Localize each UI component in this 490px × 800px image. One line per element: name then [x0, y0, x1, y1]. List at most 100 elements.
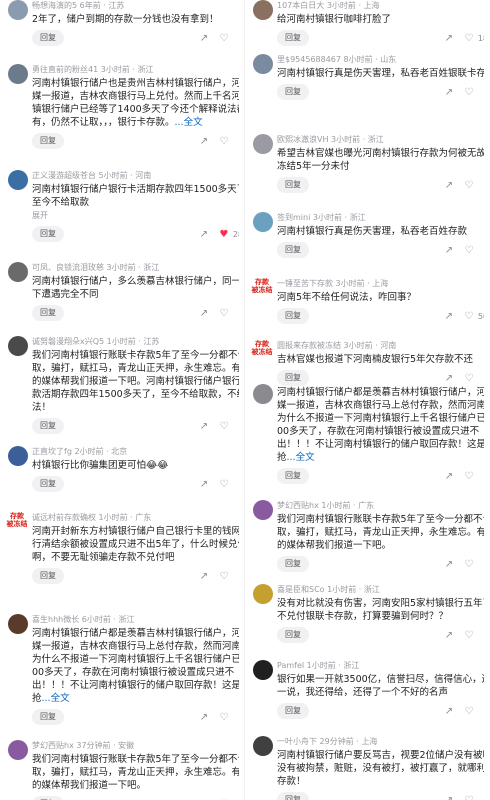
- like-icon[interactable]: ♡: [217, 477, 231, 491]
- share-icon[interactable]: ↗: [442, 557, 456, 571]
- like-icon[interactable]: ♡: [217, 710, 231, 724]
- share-icon[interactable]: ↗: [442, 704, 456, 718]
- like-icon[interactable]: ♥: [217, 227, 231, 241]
- like-icon[interactable]: ♡: [462, 557, 476, 571]
- username[interactable]: 一叶小舟下: [277, 737, 317, 746]
- username[interactable]: 107本白日大: [277, 1, 324, 10]
- username[interactable]: Pamfel: [277, 661, 304, 670]
- comment-actions: 回复↗♡♡: [32, 304, 239, 322]
- username[interactable]: 诚努磐漫翔朵x兴Q5: [32, 337, 104, 346]
- like-icon[interactable]: ♡: [217, 569, 231, 583]
- avatar[interactable]: [253, 736, 273, 756]
- like-icon[interactable]: ♡: [462, 309, 476, 323]
- share-icon[interactable]: ↗: [197, 477, 211, 491]
- avatar[interactable]: [253, 212, 273, 232]
- comment-item: 存款 被冻结 一锤至苦下存款 3小时前 · 上海 河南5年不给任何说法，咋回事？ 回复…: [249, 278, 484, 325]
- like-icon[interactable]: ♡: [462, 628, 476, 642]
- share-icon[interactable]: ↗: [197, 419, 211, 433]
- avatar[interactable]: [8, 0, 28, 20]
- username[interactable]: 畅想海演的5: [32, 1, 77, 10]
- username[interactable]: 正直坎了fg: [32, 447, 72, 456]
- reply-button[interactable]: 回复: [277, 308, 309, 324]
- like-icon[interactable]: ♡: [217, 31, 231, 45]
- avatar[interactable]: [253, 500, 273, 520]
- reply-button[interactable]: 回复: [32, 226, 64, 242]
- reply-button[interactable]: 回复: [277, 627, 309, 643]
- share-icon[interactable]: ↗: [442, 31, 456, 45]
- username[interactable]: 可凤、良锁流泪玫慈: [32, 263, 104, 272]
- share-icon[interactable]: ↗: [197, 134, 211, 148]
- avatar[interactable]: [8, 262, 28, 282]
- like-icon[interactable]: ♡: [462, 243, 476, 257]
- share-icon[interactable]: ↗: [442, 309, 456, 323]
- username[interactable]: 喜是臣和SCo: [277, 585, 325, 594]
- share-icon[interactable]: ↗: [442, 371, 456, 385]
- expand-full-text-link[interactable]: ...全文: [175, 117, 203, 128]
- share-icon[interactable]: ↗: [197, 710, 211, 724]
- like-icon[interactable]: ♡: [462, 793, 476, 800]
- username[interactable]: 里$9545688467: [277, 55, 341, 64]
- reply-button[interactable]: 回复: [277, 556, 309, 572]
- share-icon[interactable]: ↗: [442, 243, 456, 257]
- share-icon[interactable]: ↗: [442, 85, 456, 99]
- avatar[interactable]: [253, 0, 273, 20]
- share-icon[interactable]: ↗: [197, 569, 211, 583]
- expand-link[interactable]: 展开: [32, 209, 239, 222]
- reply-button[interactable]: 回复: [277, 792, 309, 800]
- like-icon[interactable]: ♡: [217, 134, 231, 148]
- share-icon[interactable]: ↗: [442, 628, 456, 642]
- username[interactable]: 一锤至苦下存款: [277, 279, 333, 288]
- avatar[interactable]: [8, 740, 28, 760]
- reply-button[interactable]: 回复: [32, 796, 64, 800]
- like-icon[interactable]: ♡: [462, 31, 476, 45]
- username[interactable]: 喜生hhh微长: [32, 615, 79, 624]
- reply-button[interactable]: 回复: [277, 468, 309, 484]
- avatar[interactable]: [253, 134, 273, 154]
- avatar[interactable]: [253, 384, 273, 404]
- username[interactable]: 梦幻西贴hx: [277, 501, 319, 510]
- reply-button[interactable]: 回复: [277, 177, 309, 193]
- avatar[interactable]: [8, 336, 28, 356]
- reply-button[interactable]: 回复: [277, 242, 309, 258]
- like-icon[interactable]: ♡: [462, 469, 476, 483]
- username[interactable]: 正义漫游超级苍台: [32, 171, 96, 180]
- reply-button[interactable]: 回复: [32, 476, 64, 492]
- avatar[interactable]: [253, 54, 273, 74]
- like-icon[interactable]: ♡: [462, 704, 476, 718]
- avatar[interactable]: [253, 584, 273, 604]
- like-icon[interactable]: ♡: [462, 178, 476, 192]
- avatar[interactable]: [8, 614, 28, 634]
- share-icon[interactable]: ↗: [442, 469, 456, 483]
- expand-full-text-link[interactable]: ...全文: [287, 452, 315, 463]
- reply-button[interactable]: 回复: [32, 30, 64, 46]
- reply-button[interactable]: 回复: [32, 305, 64, 321]
- username[interactable]: 诚远村前存款确权: [32, 513, 96, 522]
- username[interactable]: 欧熙冰澈浪VH: [277, 135, 329, 144]
- avatar[interactable]: [253, 660, 273, 680]
- avatar[interactable]: [8, 446, 28, 466]
- share-icon[interactable]: ↗: [442, 178, 456, 192]
- like-icon[interactable]: ♡: [462, 371, 476, 385]
- share-icon[interactable]: ↗: [197, 227, 211, 241]
- share-icon[interactable]: ↗: [442, 793, 456, 800]
- username[interactable]: 圆报来存款被冻结: [277, 341, 341, 350]
- reply-button[interactable]: 回复: [32, 133, 64, 149]
- avatar[interactable]: [8, 170, 28, 190]
- username[interactable]: 梦幻西贴hx: [32, 741, 74, 750]
- expand-full-text-link[interactable]: ...全文: [42, 693, 70, 704]
- reply-button[interactable]: 回复: [32, 709, 64, 725]
- reply-button[interactable]: 回复: [32, 568, 64, 584]
- reply-button[interactable]: 回复: [277, 84, 309, 100]
- reply-button[interactable]: 回复: [277, 703, 309, 719]
- reply-button[interactable]: 回复: [32, 418, 64, 434]
- username[interactable]: 签到mini: [277, 213, 310, 222]
- comment-meta: Pamfel 1小时前 · 浙江: [277, 660, 484, 671]
- like-icon[interactable]: ♡: [217, 306, 231, 320]
- like-icon[interactable]: ♡: [462, 85, 476, 99]
- username[interactable]: 勇往直前的粉丝41: [32, 65, 98, 74]
- share-icon[interactable]: ↗: [197, 306, 211, 320]
- share-icon[interactable]: ↗: [197, 31, 211, 45]
- reply-button[interactable]: 回复: [277, 30, 309, 46]
- like-icon[interactable]: ♡: [217, 419, 231, 433]
- avatar[interactable]: [8, 64, 28, 84]
